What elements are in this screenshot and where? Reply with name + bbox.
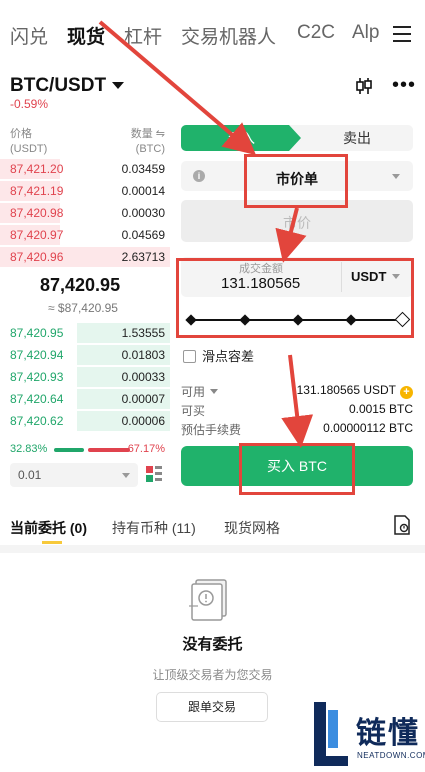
chevron-down-icon [112,82,125,90]
orders-tabs: 当前委托 (0) 持有币种 (11) 现货网格 [0,505,425,545]
order-history-icon[interactable] [393,515,411,535]
empty-subtitle: 让顶级交易者为您交易 [152,668,273,682]
row-price: 87,420.96 [10,250,64,264]
buy-ratio: 32.83% [10,443,48,455]
bid-row[interactable]: 87,420.95 1.53555 [0,322,170,344]
row-price: 87,420.98 [10,206,64,220]
copy-trading-button[interactable]: 跟单交易 [156,692,268,722]
last-price: 87,420.95 [40,275,121,295]
row-price: 87,420.94 [10,348,64,362]
ask-row[interactable]: 87,420.96 2.63713 [0,246,170,268]
row-qty: 0.00007 [121,392,165,406]
tab-spot[interactable]: 现货 [67,22,105,49]
row-qty: 0.00014 [121,184,165,198]
chevron-down-icon [392,174,400,179]
tab-buy[interactable]: 买入 [181,125,301,151]
row-price: 87,420.97 [10,228,64,242]
orderbook-price-header: 价格 (USDT) [10,128,48,155]
row-qty: 0.00030 [121,206,165,220]
checkbox-icon [183,350,196,363]
row-qty: 0.00006 [121,414,165,428]
highlight-amount [176,258,414,338]
price-change: -0.59% [10,97,49,111]
tab-alpha[interactable]: Alp [352,22,379,44]
tab-swap[interactable]: 闪兑 [10,22,48,49]
row-price: 87,420.62 [10,414,64,428]
bid-row[interactable]: 87,420.62 0.00006 [0,410,170,432]
last-price-usd: ≈ $87,420.95 [48,301,118,315]
slippage-checkbox[interactable]: 滑点容差 [183,346,254,365]
can-buy-row: 可买 0.0015 BTC [181,402,413,418]
empty-title: 没有委托 [182,636,243,653]
ask-row[interactable]: 87,420.97 0.04569 [0,224,170,246]
top-nav: 闪兑 现货 杠杆 交易机器人 C2C Alp [0,0,425,70]
ask-row[interactable]: 87,421.19 0.00014 [0,180,170,202]
row-price: 87,421.20 [10,162,64,176]
orderbook-layout-icon[interactable] [145,465,163,483]
tab-margin[interactable]: 杠杆 [124,22,162,49]
chevron-down-icon[interactable] [210,389,219,394]
row-price: 87,420.64 [10,392,64,406]
candlestick-chart-icon[interactable] [354,76,374,96]
sell-ratio-bar [88,448,130,452]
pair-selector[interactable]: BTC/USDT [10,75,125,97]
fee-row: 预估手续费 0.00000112 BTC [181,421,413,437]
buy-sell-ratio: 32.83% 67.17% [10,443,165,457]
empty-orders-icon [189,579,227,621]
pair-symbol: BTC/USDT [10,75,107,96]
tab-holdings[interactable]: 持有币种 (11) [112,518,196,538]
precision-select[interactable]: 0.01 [10,463,138,487]
row-price: 87,420.95 [10,326,64,340]
watermark-logo-icon [314,702,348,766]
watermark-url: NEATDOWN.COM [357,751,425,760]
buy-ratio-bar [54,448,84,452]
sell-ratio: 67.17% [127,443,165,455]
highlight-order-type [244,154,348,208]
watermark-text: 链懂 [356,717,420,750]
bid-row[interactable]: 87,420.94 0.01803 [0,344,170,366]
row-price: 87,421.19 [10,184,64,198]
tab-open-orders[interactable]: 当前委托 (0) [10,518,87,538]
active-tab-indicator [42,541,62,544]
row-price: 87,420.93 [10,370,64,384]
bid-row[interactable]: 87,420.93 0.00033 [0,366,170,388]
tab-trading-bot[interactable]: 交易机器人 [181,22,276,49]
tab-c2c[interactable]: C2C [297,22,335,44]
orderbook-qty-header[interactable]: 数量 ⇋ (BTC) [125,127,165,157]
available-row: 可用 131.180565 USDT + [181,381,413,399]
tab-spot-grid[interactable]: 现货网格 [224,518,280,538]
ask-row[interactable]: 87,420.98 0.00030 [0,202,170,224]
tab-sell[interactable]: 卖出 [301,125,413,151]
side-tabs: 买入 卖出 [181,125,413,151]
row-qty: 0.00033 [121,370,165,384]
menu-icon[interactable] [393,26,411,42]
deposit-plus-icon[interactable]: + [400,386,413,399]
row-qty: 0.03459 [121,162,165,176]
row-qty: 1.53555 [121,326,165,340]
highlight-buy-button [239,443,355,495]
chevron-down-icon [122,473,130,478]
more-icon[interactable]: ••• [392,75,416,95]
ask-row[interactable]: 87,421.20 0.03459 [0,158,170,180]
row-qty: 0.04569 [121,228,165,242]
bid-row[interactable]: 87,420.64 0.00007 [0,388,170,410]
row-qty: 2.63713 [121,250,165,264]
row-qty: 0.01803 [121,348,165,362]
